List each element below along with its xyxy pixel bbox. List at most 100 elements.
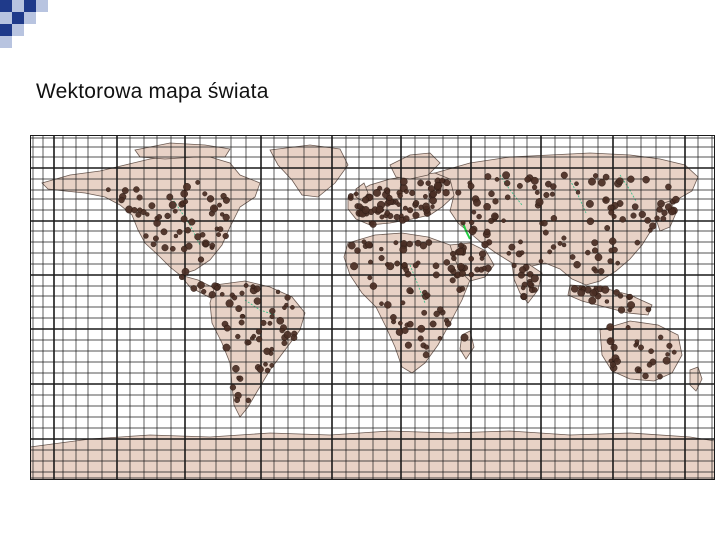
city-point	[481, 241, 489, 249]
city-point	[406, 287, 414, 295]
city-point	[133, 186, 140, 193]
city-point	[284, 294, 291, 301]
city-point	[222, 196, 230, 204]
city-point	[150, 241, 157, 248]
city-point	[407, 207, 414, 214]
city-point	[585, 249, 591, 256]
deco-square	[0, 12, 12, 24]
city-point	[161, 244, 169, 252]
city-point	[417, 179, 424, 187]
city-point	[535, 198, 544, 207]
city-point	[459, 286, 466, 292]
city-point	[105, 187, 111, 193]
city-point	[638, 344, 644, 351]
city-point	[592, 173, 599, 179]
city-point	[412, 199, 420, 207]
city-point	[460, 333, 469, 342]
city-point	[644, 217, 652, 224]
city-point	[602, 196, 610, 204]
city-point	[236, 375, 241, 381]
city-point	[424, 292, 431, 299]
city-point	[263, 347, 271, 355]
city-point	[617, 306, 626, 314]
city-point	[269, 362, 275, 368]
city-point	[417, 324, 426, 333]
city-point	[403, 189, 409, 194]
city-point	[665, 183, 672, 191]
deco-square	[12, 0, 24, 12]
city-point	[400, 300, 406, 306]
city-point	[399, 177, 408, 186]
city-point	[354, 247, 361, 254]
city-point	[229, 384, 237, 391]
city-point	[202, 191, 208, 197]
city-point	[406, 240, 413, 248]
city-point	[627, 293, 634, 300]
city-point	[361, 206, 370, 214]
city-point	[658, 334, 664, 340]
city-point	[545, 180, 552, 188]
city-point	[437, 335, 443, 341]
city-point	[458, 269, 466, 277]
city-point	[550, 244, 557, 250]
city-point	[501, 218, 506, 224]
city-point	[384, 210, 391, 216]
city-point	[601, 285, 610, 294]
city-point	[234, 397, 241, 404]
city-point	[422, 202, 430, 211]
city-point	[588, 177, 596, 186]
city-point	[467, 182, 475, 190]
city-point	[672, 195, 680, 204]
city-point	[183, 182, 191, 191]
city-point	[591, 239, 599, 247]
city-point	[347, 193, 354, 199]
city-point	[194, 233, 202, 241]
city-point	[602, 173, 610, 181]
city-point	[148, 202, 156, 210]
city-point	[519, 250, 525, 256]
city-point	[394, 260, 401, 267]
city-point	[671, 349, 677, 355]
city-point	[169, 245, 176, 252]
city-point	[181, 267, 190, 276]
city-point	[547, 249, 553, 255]
city-point	[589, 289, 598, 297]
city-point	[166, 193, 174, 201]
city-point	[511, 263, 517, 269]
city-point	[180, 245, 188, 253]
city-point	[393, 213, 401, 221]
city-point	[646, 361, 653, 368]
city-point	[429, 320, 437, 328]
city-point	[531, 184, 538, 190]
city-point	[243, 283, 249, 288]
city-point	[225, 299, 234, 308]
city-point	[401, 261, 408, 269]
city-point	[231, 294, 238, 301]
city-point	[180, 189, 189, 198]
city-point	[478, 250, 487, 258]
city-point	[439, 177, 445, 184]
city-point	[447, 264, 456, 273]
city-point	[654, 215, 660, 222]
city-point	[460, 220, 466, 226]
city-point	[369, 220, 377, 228]
city-point	[183, 199, 189, 205]
world-map	[30, 135, 715, 480]
city-point	[209, 242, 216, 249]
city-point	[530, 274, 539, 283]
city-point	[586, 217, 595, 226]
city-point	[385, 189, 391, 195]
city-point	[471, 209, 477, 215]
city-point	[379, 301, 384, 307]
city-point	[660, 215, 667, 222]
city-point	[437, 306, 444, 313]
city-point	[245, 397, 252, 404]
city-point	[449, 277, 456, 284]
city-point	[361, 196, 370, 204]
city-point	[458, 242, 464, 249]
city-point	[168, 201, 177, 209]
city-point	[400, 240, 408, 247]
city-point	[642, 372, 649, 380]
city-point	[172, 208, 178, 214]
city-point	[235, 305, 243, 313]
